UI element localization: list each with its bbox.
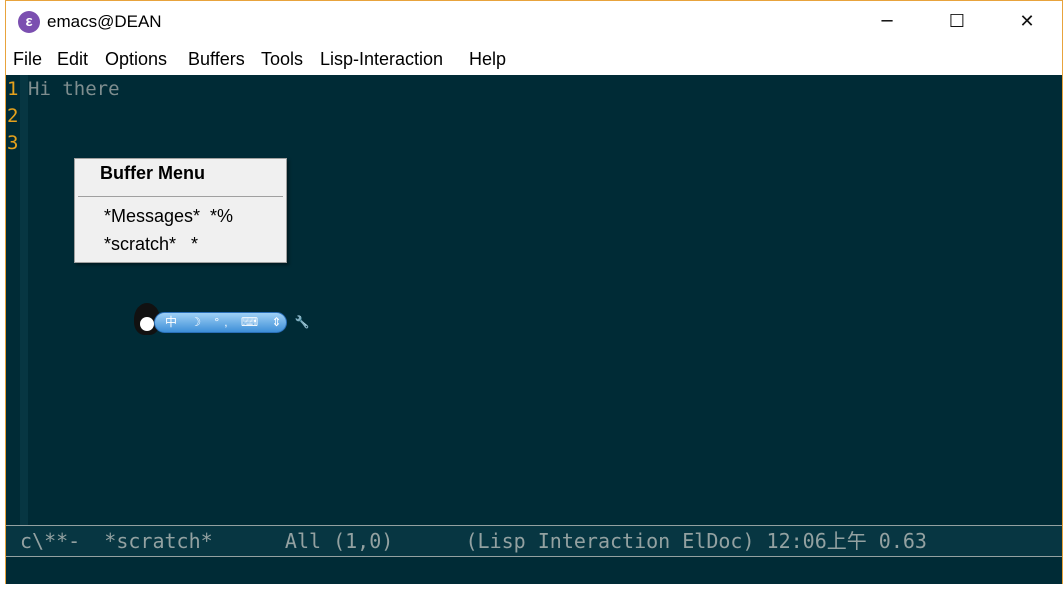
menu-buffers[interactable]: Buffers bbox=[188, 49, 245, 70]
line-number: 1 bbox=[7, 78, 19, 100]
buffer-menu-title: Buffer Menu bbox=[100, 163, 205, 183]
window-title: emacs@DEAN bbox=[47, 12, 162, 31]
menu-edit[interactable]: Edit bbox=[57, 49, 88, 70]
buffer-menu-popup: Buffer Menu *Messages* *% *scratch* * bbox=[74, 158, 287, 263]
divider bbox=[78, 196, 283, 197]
menu-lisp-interaction[interactable]: Lisp-Interaction bbox=[320, 49, 443, 70]
emacs-window: ε emacs@DEAN ─ ☐ ✕ File Edit Options Buf… bbox=[5, 0, 1063, 584]
menu-options[interactable]: Options bbox=[105, 49, 167, 70]
minimize-button[interactable]: ─ bbox=[852, 1, 922, 43]
mode-line: c\**- *scratch* All (1,0) (Lisp Interact… bbox=[6, 525, 1062, 557]
line-number: 2 bbox=[7, 105, 19, 127]
menu-file[interactable]: File bbox=[13, 49, 42, 70]
maximize-button[interactable]: ☐ bbox=[922, 1, 992, 43]
menu-help[interactable]: Help bbox=[469, 49, 506, 70]
buffer-text[interactable]: Hi there bbox=[28, 78, 120, 100]
minibuffer[interactable] bbox=[6, 557, 1062, 584]
close-button[interactable]: ✕ bbox=[992, 1, 1062, 43]
menu-bar: File Edit Options Buffers Tools Lisp-Int… bbox=[6, 43, 1062, 75]
ime-toolbar[interactable]: 中 ☽ °, ⌨ ⇕ 🔧 bbox=[134, 303, 310, 335]
emacs-icon: ε bbox=[18, 11, 40, 33]
line-number: 3 bbox=[7, 132, 19, 154]
ime-toolbar-buttons[interactable]: 中 ☽ °, ⌨ ⇕ 🔧 bbox=[154, 312, 310, 333]
editor-area[interactable]: 1 2 3 Hi there Buffer Menu *Messages* *%… bbox=[6, 75, 1062, 525]
buffer-menu-item-messages[interactable]: *Messages* *% bbox=[104, 206, 233, 227]
line-number-gutter: 1 2 3 bbox=[6, 75, 20, 525]
buffer-menu-item-scratch[interactable]: *scratch* * bbox=[104, 234, 198, 255]
menu-tools[interactable]: Tools bbox=[261, 49, 303, 70]
fringe bbox=[20, 75, 28, 525]
title-bar[interactable]: ε emacs@DEAN ─ ☐ ✕ bbox=[6, 1, 1062, 43]
